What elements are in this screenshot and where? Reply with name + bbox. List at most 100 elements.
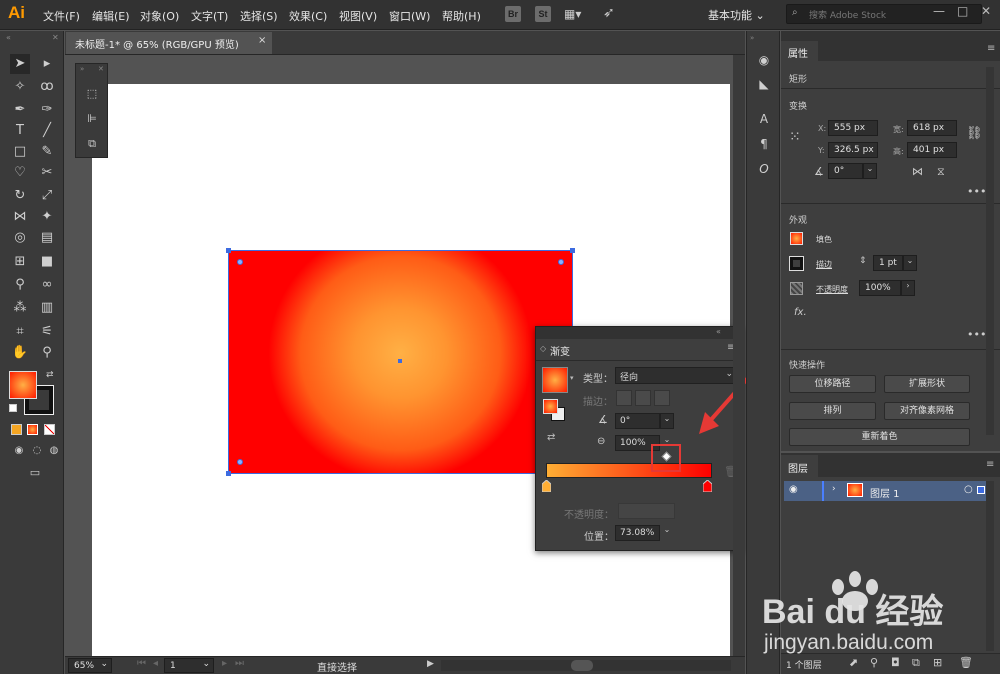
minimize-icon[interactable]: — [933, 4, 945, 18]
stepper-icon[interactable]: ⇕ [859, 256, 867, 266]
screen-mode-icon[interactable]: ▭ [25, 463, 45, 483]
scrollbar[interactable] [986, 67, 994, 435]
workspace-switcher[interactable]: 基本功能 ⌄ [708, 7, 765, 23]
rotate-tool-icon[interactable]: ↻ [10, 186, 30, 206]
menu-help[interactable]: 帮助(H) [442, 8, 481, 24]
collapse-icon[interactable]: « [716, 327, 721, 336]
color-mode-icon[interactable] [11, 424, 22, 435]
chevron-down-icon[interactable]: ⌄ [863, 163, 877, 179]
document-tab[interactable]: 未标题-1* @ 65% (RGB/GPU 预览) × [66, 32, 272, 54]
artboard-number-select[interactable]: 1 ⌄ [164, 658, 214, 673]
target-icon[interactable]: ○ [964, 484, 973, 495]
x-input[interactable]: 555 px [828, 120, 878, 136]
gradient-mode-icon[interactable] [27, 424, 38, 435]
pen-tool-icon[interactable]: ✒ [10, 100, 30, 120]
close-panel-icon[interactable]: ✕ [98, 65, 104, 73]
collapse-icon[interactable]: » [80, 65, 84, 73]
character-icon[interactable]: A [754, 109, 774, 129]
more-options-icon[interactable]: ••• [967, 328, 986, 341]
symbol-sprayer-tool-icon[interactable]: ⁂ [10, 298, 30, 318]
close-window-icon[interactable]: ✕ [981, 4, 993, 18]
panel-menu-icon[interactable]: ≡ [986, 459, 994, 470]
pathfinder-icon[interactable]: ⧉ [82, 134, 102, 154]
panel-drag-bar[interactable] [781, 31, 1000, 41]
hand-tool-icon[interactable]: ✋ [10, 343, 30, 363]
paragraph-icon[interactable]: ¶ [754, 134, 774, 154]
stock-search-input[interactable]: 搜索 Adobe Stock [786, 4, 982, 24]
transform-icon[interactable]: ⬚ [82, 84, 102, 104]
scrollbar-thumb[interactable] [571, 660, 593, 671]
close-tab-icon[interactable]: × [258, 35, 266, 46]
arrange-documents-icon[interactable]: ▦▾ [564, 7, 590, 21]
angle-input[interactable]: 0° [615, 413, 660, 429]
first-artboard-icon[interactable]: ⏮ [137, 658, 146, 669]
stroke-color-swatch[interactable] [789, 256, 804, 271]
menu-effect[interactable]: 效果(C) [289, 8, 327, 24]
fill-mini-swatch[interactable] [543, 399, 558, 414]
opacity-input[interactable]: 100% [859, 280, 901, 296]
none-mode-icon[interactable] [44, 424, 55, 435]
default-colors-icon[interactable] [9, 404, 17, 412]
panel-options-icon[interactable]: ◇ [540, 344, 546, 353]
gradient-preview-swatch[interactable] [542, 367, 568, 393]
perspective-grid-tool-icon[interactable]: ▤ [37, 228, 57, 248]
gradient-stop-start[interactable] [541, 479, 552, 493]
stock-icon[interactable]: St [535, 6, 551, 22]
scale-tool-icon[interactable]: ⤢ [37, 186, 57, 206]
artboard-tool-icon[interactable]: ⌗ [10, 322, 30, 342]
direct-selection-tool-icon[interactable]: ▸ [37, 54, 57, 74]
chevron-down-icon[interactable]: ▾ [570, 374, 574, 382]
zoom-tool-icon[interactable]: ⚲ [37, 343, 57, 363]
gpu-rocket-icon[interactable]: ➶ [603, 5, 615, 21]
prev-artboard-icon[interactable]: ◂ [153, 658, 158, 669]
offset-path-button[interactable]: 位移路径 [789, 375, 876, 393]
slice-tool-icon[interactable]: ⚟ [37, 322, 57, 342]
width-input[interactable]: 618 px [907, 120, 957, 136]
chevron-down-icon[interactable]: ⌄ [903, 255, 917, 271]
blend-tool-icon[interactable]: ∞ [37, 275, 57, 295]
maximize-icon[interactable]: □ [957, 4, 969, 18]
arrange-button[interactable]: 排列 [789, 402, 876, 420]
stroke-weight-input[interactable]: 1 pt [873, 255, 903, 271]
fx-effects-button[interactable]: fx. [794, 307, 807, 318]
more-options-icon[interactable]: ••• [967, 185, 986, 198]
anchor-point[interactable] [226, 248, 231, 253]
opentype-icon[interactable]: O [754, 159, 774, 179]
column-graph-tool-icon[interactable]: ▥ [37, 298, 57, 318]
vertical-scrollbar[interactable] [733, 55, 745, 656]
eye-icon[interactable]: ◉ [789, 484, 798, 495]
draw-normal-icon[interactable]: ◉ [9, 441, 29, 461]
menu-file[interactable]: 文件(F) [43, 8, 80, 24]
chevron-right-icon[interactable]: › [901, 280, 915, 296]
lasso-tool-icon[interactable]: ꝏ [37, 77, 57, 97]
color-guide-icon[interactable]: ◣ [754, 74, 774, 94]
selection-indicator[interactable] [977, 486, 985, 494]
stroke-across-icon[interactable] [654, 390, 670, 406]
stroke-along-icon[interactable] [635, 390, 651, 406]
stroke-within-icon[interactable] [616, 390, 632, 406]
gradient-tool-icon[interactable]: ■ [37, 252, 57, 272]
fill-color-swatch[interactable] [790, 232, 803, 245]
magic-wand-tool-icon[interactable]: ✧ [10, 77, 30, 97]
chevron-right-icon[interactable]: › [832, 484, 836, 494]
align-icon[interactable]: ⊫ [82, 109, 102, 129]
menu-view[interactable]: 视图(V) [339, 8, 377, 24]
expand-shape-button[interactable]: 扩展形状 [884, 375, 970, 393]
menu-object[interactable]: 对象(O) [140, 8, 179, 24]
draw-inside-icon[interactable]: ◍ [44, 441, 64, 461]
panel-menu-icon[interactable]: ≡ [987, 43, 995, 54]
reference-point-icon[interactable]: ⁙ [789, 129, 801, 145]
menu-window[interactable]: 窗口(W) [389, 8, 430, 24]
opacity-link[interactable]: 不透明度 [816, 284, 848, 295]
scissors-tool-icon[interactable]: ✂ [37, 163, 57, 183]
last-artboard-icon[interactable]: ⏭ [235, 658, 244, 669]
puppet-warp-tool-icon[interactable]: ✦ [37, 207, 57, 227]
tab-properties[interactable]: 属性 [781, 41, 818, 61]
shaper-tool-icon[interactable]: ♡ [10, 163, 30, 183]
eyedropper-tool-icon[interactable]: ⚲ [10, 275, 30, 295]
gradient-stop-end[interactable] [702, 479, 713, 493]
tab-layers[interactable]: 图层 [781, 455, 818, 477]
type-tool-icon[interactable]: T [10, 121, 30, 141]
live-corner-widget[interactable] [237, 259, 243, 265]
reverse-gradient-icon[interactable]: ⇄ [547, 432, 555, 443]
